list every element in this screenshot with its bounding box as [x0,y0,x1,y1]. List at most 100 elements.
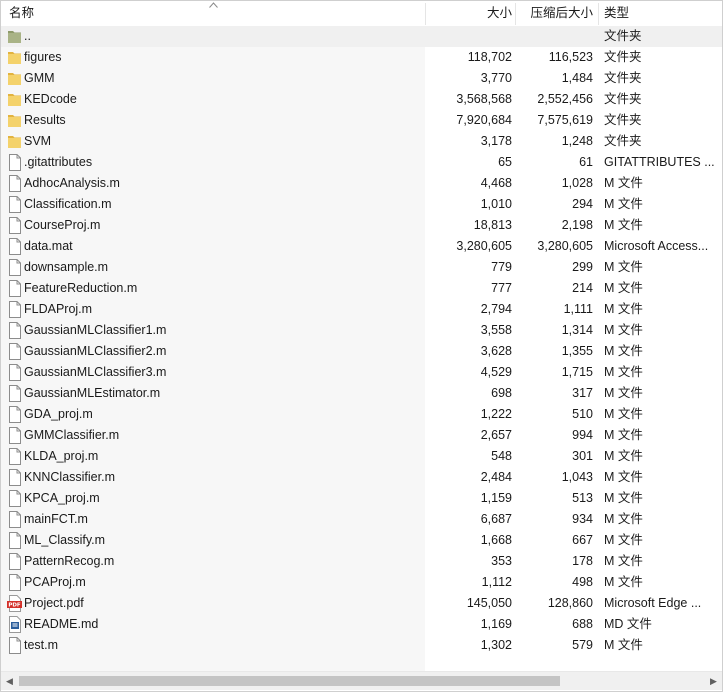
file-row[interactable]: GaussianMLClassifier3.m 4,529 1,715 M 文件 [1,362,722,383]
file-name: mainFCT.m [24,512,88,526]
file-row[interactable]: FLDAProj.m 2,794 1,111 M 文件 [1,299,722,320]
file-icon [7,511,22,528]
file-compressed-size: 688 [572,617,593,631]
file-row[interactable]: GMMClassifier.m 2,657 994 M 文件 [1,425,722,446]
horizontal-scrollbar[interactable]: ◀ ▶ [1,671,722,690]
file-row[interactable]: README.md 1,169 688 MD 文件 [1,614,722,635]
file-row[interactable]: test.m 1,302 579 M 文件 [1,635,722,656]
file-size: 18,813 [473,218,512,232]
sort-ascending-icon [209,2,218,8]
file-size: 145,050 [466,596,512,610]
file-row[interactable]: KEDcode 3,568,568 2,552,456 文件夹 [1,89,722,110]
file-row[interactable]: KLDA_proj.m 548 301 M 文件 [1,446,722,467]
file-type: M 文件 [604,575,643,589]
file-compressed-size: 299 [572,260,593,274]
file-type: M 文件 [604,386,643,400]
file-compressed-size: 1,715 [561,365,593,379]
file-row[interactable]: FeatureReduction.m 777 214 M 文件 [1,278,722,299]
file-row[interactable]: mainFCT.m 6,687 934 M 文件 [1,509,722,530]
file-size: 1,302 [480,638,512,652]
file-row[interactable]: GaussianMLClassifier1.m 3,558 1,314 M 文件 [1,320,722,341]
file-row[interactable]: AdhocAnalysis.m 4,468 1,028 M 文件 [1,173,722,194]
file-compressed-size: 294 [572,197,593,211]
scrollbar-thumb[interactable] [19,676,560,686]
file-icon [7,301,22,318]
parent-directory-row[interactable]: .. 文件夹 [1,26,722,47]
file-type: M 文件 [604,176,643,190]
file-icon [7,532,22,549]
file-row[interactable]: downsample.m 779 299 M 文件 [1,257,722,278]
file-compressed-size: 1,484 [561,71,593,85]
file-row[interactable]: Results 7,920,684 7,575,619 文件夹 [1,110,722,131]
file-name: GDA_proj.m [24,407,93,421]
file-type: M 文件 [604,512,643,526]
file-icon [7,259,22,276]
file-size: 6,687 [480,512,512,526]
file-compressed-size: 3,280,605 [537,239,593,253]
file-icon [7,490,22,507]
folder-icon [7,70,22,87]
file-row[interactable]: KNNClassifier.m 2,484 1,043 M 文件 [1,467,722,488]
file-row[interactable]: CourseProj.m 18,813 2,198 M 文件 [1,215,722,236]
file-compressed-size: 498 [572,575,593,589]
file-compressed-size: 317 [572,386,593,400]
file-size: 3,770 [480,71,512,85]
file-name: KNNClassifier.m [24,470,115,484]
column-header-name[interactable]: 名称 [9,1,209,26]
column-header-type[interactable]: 类型 [604,1,716,26]
file-row[interactable]: PDF Project.pdf 145,050 128,860 Microsoft Ed… [1,593,722,614]
file-row[interactable]: KPCA_proj.m 1,159 513 M 文件 [1,488,722,509]
file-size: 2,794 [480,302,512,316]
file-type: M 文件 [604,365,643,379]
file-compressed-size: 61 [579,155,593,169]
column-header-name-label: 名称 [9,6,35,20]
file-name: .. [24,29,31,43]
file-icon [7,238,22,255]
file-compressed-size: 116,523 [548,50,593,64]
file-icon [7,343,22,360]
file-compressed-size: 1,028 [561,176,593,190]
file-type: MD 文件 [604,617,652,631]
file-name: PCAProj.m [24,575,86,589]
column-header-type-label: 类型 [604,6,630,20]
file-row[interactable]: SVM 3,178 1,248 文件夹 [1,131,722,152]
file-icon [7,196,22,213]
file-row[interactable]: figures 118,702 116,523 文件夹 [1,47,722,68]
file-size: 698 [491,386,512,400]
file-size: 4,468 [480,176,512,190]
file-name: FLDAProj.m [24,302,93,316]
file-name: FeatureReduction.m [24,281,138,295]
file-row[interactable]: PCAProj.m 1,112 498 M 文件 [1,572,722,593]
file-row[interactable]: GDA_proj.m 1,222 510 M 文件 [1,404,722,425]
file-type: M 文件 [604,407,643,421]
file-type: 文件夹 [604,29,642,43]
column-header-compressed[interactable]: 压缩后大小 [515,1,593,26]
column-divider[interactable] [425,3,426,25]
file-row[interactable]: GaussianMLEstimator.m 698 317 M 文件 [1,383,722,404]
column-header: 名称 大小 压缩后大小 类型 [1,1,722,27]
file-type: Microsoft Edge ... [604,596,702,610]
file-row[interactable]: GaussianMLClassifier2.m 3,628 1,355 M 文件 [1,341,722,362]
file-compressed-size: 1,043 [561,470,593,484]
file-row[interactable]: ML_Classify.m 1,668 667 M 文件 [1,530,722,551]
file-type: Microsoft Access... [604,239,709,253]
scroll-right-icon[interactable]: ▶ [705,672,722,690]
column-header-size[interactable]: 大小 [427,1,512,26]
file-row[interactable]: data.mat 3,280,605 3,280,605 Microsoft Acce… [1,236,722,257]
file-row[interactable]: PatternRecog.m 353 178 M 文件 [1,551,722,572]
file-row[interactable]: Classification.m 1,010 294 M 文件 [1,194,722,215]
file-compressed-size: 667 [572,533,593,547]
file-name: SVM [24,134,52,148]
column-divider[interactable] [598,3,599,25]
file-compressed-size: 178 [572,554,593,568]
scroll-left-icon[interactable]: ◀ [1,672,18,690]
file-name: KPCA_proj.m [24,491,100,505]
file-compressed-size: 128,860 [547,596,593,610]
file-row[interactable]: .gitattributes 65 61 GITATTRIBUTES ... [1,152,722,173]
file-size: 3,568,568 [456,92,512,106]
file-compressed-size: 513 [572,491,593,505]
file-row[interactable]: GMM 3,770 1,484 文件夹 [1,68,722,89]
file-compressed-size: 1,111 [563,302,593,316]
file-icon [7,406,22,423]
file-size [427,26,512,47]
